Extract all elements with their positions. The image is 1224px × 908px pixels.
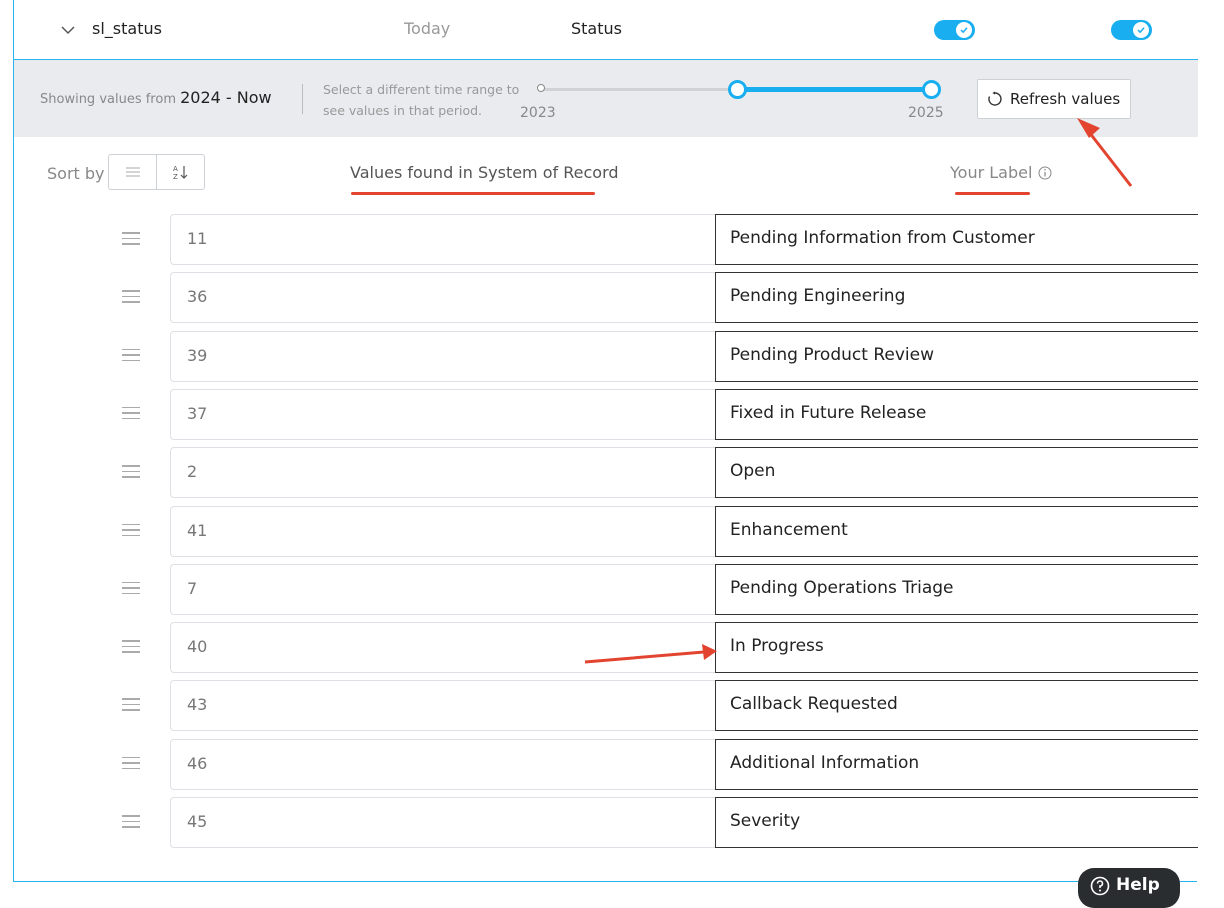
drag-handle-icon[interactable] <box>122 406 140 421</box>
label-input[interactable]: Severity <box>715 797 1198 848</box>
drag-handle-icon[interactable] <box>122 465 140 479</box>
label-input[interactable]: Callback Requested <box>715 680 1198 732</box>
your-label-column-header: Your Label <box>950 163 1052 182</box>
values-column-header: Values found in System of Record <box>350 163 619 182</box>
drag-handle-icon[interactable] <box>122 581 140 596</box>
list-icon <box>125 167 140 177</box>
drag-handle-icon[interactable] <box>122 290 140 304</box>
check-icon <box>960 27 968 34</box>
annotation-underline-values <box>351 192 595 195</box>
table-row: 40 In Progress <box>14 622 1198 674</box>
drag-handle-icon[interactable] <box>122 523 140 538</box>
table-row: 46 Additional Information <box>14 738 1198 791</box>
divider <box>302 84 303 114</box>
label-input[interactable]: Pending Operations Triage <box>715 563 1198 615</box>
slider-start-dot[interactable] <box>537 84 545 92</box>
slider-handle-end[interactable] <box>922 80 941 99</box>
table-row: 43 Callback Requested <box>14 680 1198 732</box>
table-row: 7 Pending Operations Triage <box>14 563 1198 616</box>
slider-handle-start[interactable] <box>728 80 747 99</box>
table-row: 45 Severity <box>14 797 1198 849</box>
slider-start-label: 2023 <box>520 105 556 121</box>
annotation-underline-label <box>955 192 1030 195</box>
system-value-cell: 7 <box>170 563 716 615</box>
system-value-cell: 40 <box>170 622 716 674</box>
table-row: 41 Enhancement <box>14 505 1198 558</box>
refresh-values-button[interactable]: Refresh values <box>977 79 1131 119</box>
drag-handle-icon[interactable] <box>122 815 140 829</box>
system-value-cell: 36 <box>170 272 716 324</box>
system-value-cell: 41 <box>170 505 716 557</box>
drag-handle-icon[interactable] <box>122 756 140 771</box>
svg-text:Z: Z <box>173 173 178 181</box>
check-icon <box>1137 27 1145 34</box>
time-range-bar: Showing values from 2024 - Now Select a … <box>14 60 1198 137</box>
drag-handle-icon[interactable] <box>122 640 140 654</box>
help-button[interactable]: Help <box>1078 868 1180 908</box>
label-input[interactable]: Pending Product Review <box>715 330 1198 382</box>
today-toggle[interactable] <box>934 20 975 40</box>
drag-handle-icon[interactable] <box>122 232 140 246</box>
svg-text:A: A <box>173 165 178 173</box>
sort-alphabetical-button[interactable]: A Z <box>157 155 204 189</box>
label-input[interactable]: Additional Information <box>715 738 1198 790</box>
field-header-row: sl_status Today Status <box>14 0 1198 60</box>
slider-end-label: 2025 <box>908 105 944 121</box>
time-range-hint: Select a different time range to see val… <box>323 82 520 118</box>
label-input[interactable]: Open <box>715 447 1198 499</box>
drag-handle-icon[interactable] <box>122 348 140 363</box>
field-name: sl_status <box>92 19 162 38</box>
label-input[interactable]: Pending Engineering <box>715 272 1198 324</box>
column-status: Status <box>571 19 622 38</box>
slider-range-fill <box>737 87 932 92</box>
table-row: 39 Pending Product Review <box>14 330 1198 383</box>
table-row: 36 Pending Engineering <box>14 272 1198 324</box>
column-today: Today <box>404 19 451 38</box>
chevron-down-icon[interactable] <box>60 22 76 38</box>
system-value-cell: 11 <box>170 214 716 265</box>
drag-handle-icon[interactable] <box>122 698 140 712</box>
system-value-cell: 43 <box>170 680 716 732</box>
table-row: 2 Open <box>14 447 1198 499</box>
sort-toggle-group: A Z <box>108 154 205 190</box>
sort-manual-button[interactable] <box>109 155 157 189</box>
showing-values-text: Showing values from 2024 - Now <box>40 88 272 107</box>
refresh-icon <box>988 91 1002 106</box>
system-value-cell: 37 <box>170 388 716 440</box>
table-row: 37 Fixed in Future Release <box>14 388 1198 441</box>
system-value-cell: 2 <box>170 447 716 499</box>
system-value-cell: 45 <box>170 797 716 848</box>
label-input[interactable]: Pending Information from Customer <box>715 214 1198 265</box>
info-icon[interactable] <box>1038 166 1052 180</box>
time-range-slider[interactable]: 2023 2025 <box>520 80 944 121</box>
question-icon <box>1090 876 1110 896</box>
label-input[interactable]: In Progress <box>715 622 1198 674</box>
label-input[interactable]: Fixed in Future Release <box>715 388 1198 440</box>
sort-by-label: Sort by <box>47 164 105 183</box>
system-value-cell: 39 <box>170 330 716 382</box>
showing-range-value: 2024 - Now <box>180 88 272 107</box>
system-value-cell: 46 <box>170 738 716 790</box>
sort-az-icon: A Z <box>173 165 187 181</box>
field-mapping-panel: sl_status Today Status Showing values fr… <box>13 0 1198 882</box>
status-toggle[interactable] <box>1111 20 1152 40</box>
label-input[interactable]: Enhancement <box>715 505 1198 557</box>
table-row: 11 Pending Information from Customer <box>14 214 1198 266</box>
